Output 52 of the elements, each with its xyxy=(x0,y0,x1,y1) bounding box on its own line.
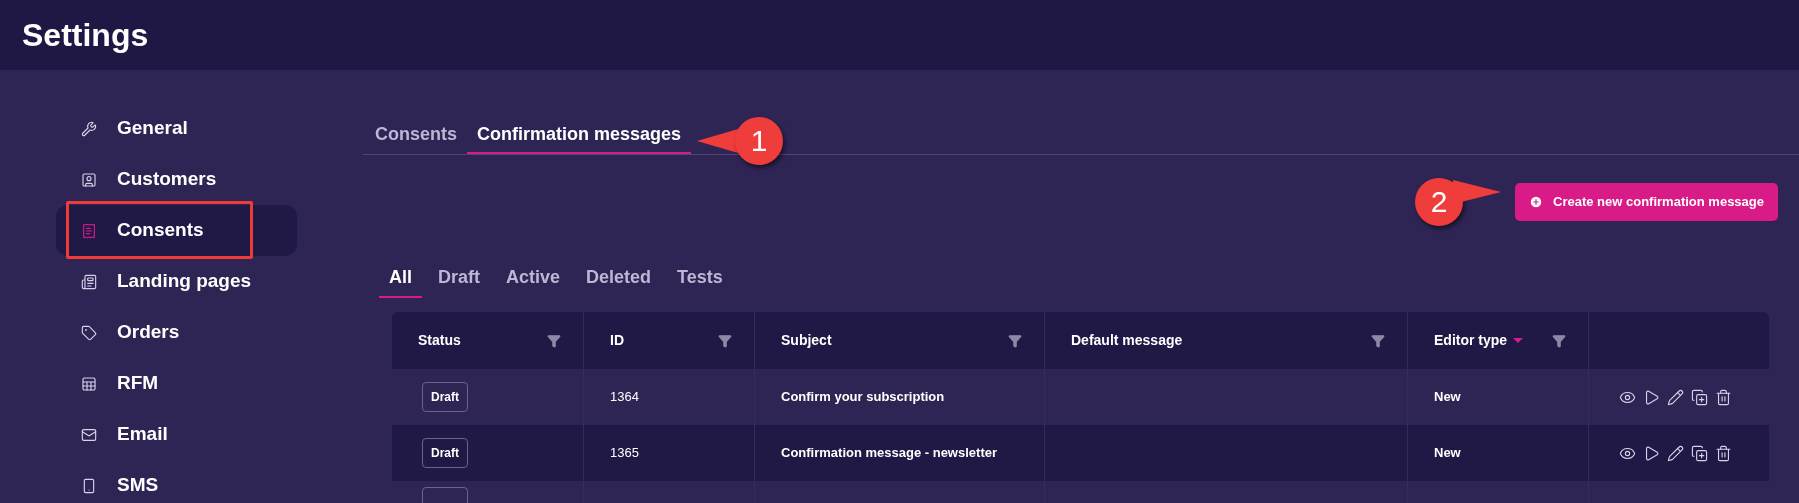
sidebar-item[interactable]: Customers xyxy=(56,154,297,205)
filter-tab[interactable]: All xyxy=(379,259,422,298)
play-icon[interactable] xyxy=(1643,388,1660,406)
table-cell-text: 1365 xyxy=(610,444,639,463)
trash-icon[interactable] xyxy=(1715,444,1732,462)
sidebar-item[interactable]: Email xyxy=(56,409,297,460)
page-icon xyxy=(81,273,97,290)
filter-tab[interactable]: Draft xyxy=(428,259,491,298)
column-header[interactable]: Subject xyxy=(781,330,832,351)
trash-icon[interactable] xyxy=(1715,388,1732,406)
play-icon[interactable] xyxy=(1643,444,1660,462)
column-header[interactable]: ID xyxy=(610,330,624,351)
filter-icon[interactable] xyxy=(1371,333,1385,348)
phone-icon xyxy=(81,477,97,494)
copy-icon[interactable] xyxy=(1691,444,1708,462)
pencil-icon[interactable] xyxy=(1667,444,1684,462)
filter-tab[interactable]: Deleted xyxy=(576,259,662,298)
page-title: Settings xyxy=(22,16,149,55)
column-header[interactable]: Editor type xyxy=(1434,330,1524,351)
filter-tab[interactable]: Active xyxy=(496,259,571,298)
pencil-icon[interactable] xyxy=(1667,388,1684,406)
table-cell-text: Confirmation message - newsletter xyxy=(781,444,997,463)
filter-icon[interactable] xyxy=(547,333,561,348)
filter-icon[interactable] xyxy=(1008,333,1022,348)
copy-icon[interactable] xyxy=(1691,388,1708,406)
status-badge: Draft xyxy=(422,438,468,468)
wrench-icon xyxy=(81,120,97,137)
tab[interactable]: Confirmation messages xyxy=(467,116,692,154)
filter-icon[interactable] xyxy=(718,333,732,348)
tab[interactable]: Consents xyxy=(365,116,467,154)
sidebar-item[interactable]: General xyxy=(56,103,297,154)
status-badge: Draft xyxy=(422,382,468,412)
column-header[interactable]: Default message xyxy=(1071,330,1183,351)
create-button[interactable]: Create new confirmation message xyxy=(1515,183,1778,221)
table-cell-text: New xyxy=(1434,388,1461,407)
plus-icon xyxy=(1529,195,1544,209)
sort-caret-icon[interactable] xyxy=(1513,338,1524,343)
table-cell-text: New xyxy=(1434,444,1461,463)
filter-tab[interactable]: Tests xyxy=(667,259,733,298)
sidebar-item[interactable]: RFM xyxy=(56,358,297,409)
grid-icon xyxy=(81,375,97,392)
column-header[interactable]: Status xyxy=(418,330,461,351)
table-cell-text: 1364 xyxy=(610,388,639,407)
mail-icon xyxy=(81,426,97,443)
tag-icon xyxy=(81,324,97,341)
table-cell-text: Confirm your subscription xyxy=(781,388,945,407)
user-frame-icon xyxy=(81,171,97,188)
sidebar-item[interactable]: SMS xyxy=(56,460,297,503)
filter-icon[interactable] xyxy=(1552,333,1566,348)
document-icon xyxy=(81,222,97,239)
sidebar-item[interactable]: Orders xyxy=(56,307,297,358)
sidebar-item[interactable]: Landing pages xyxy=(56,256,297,307)
